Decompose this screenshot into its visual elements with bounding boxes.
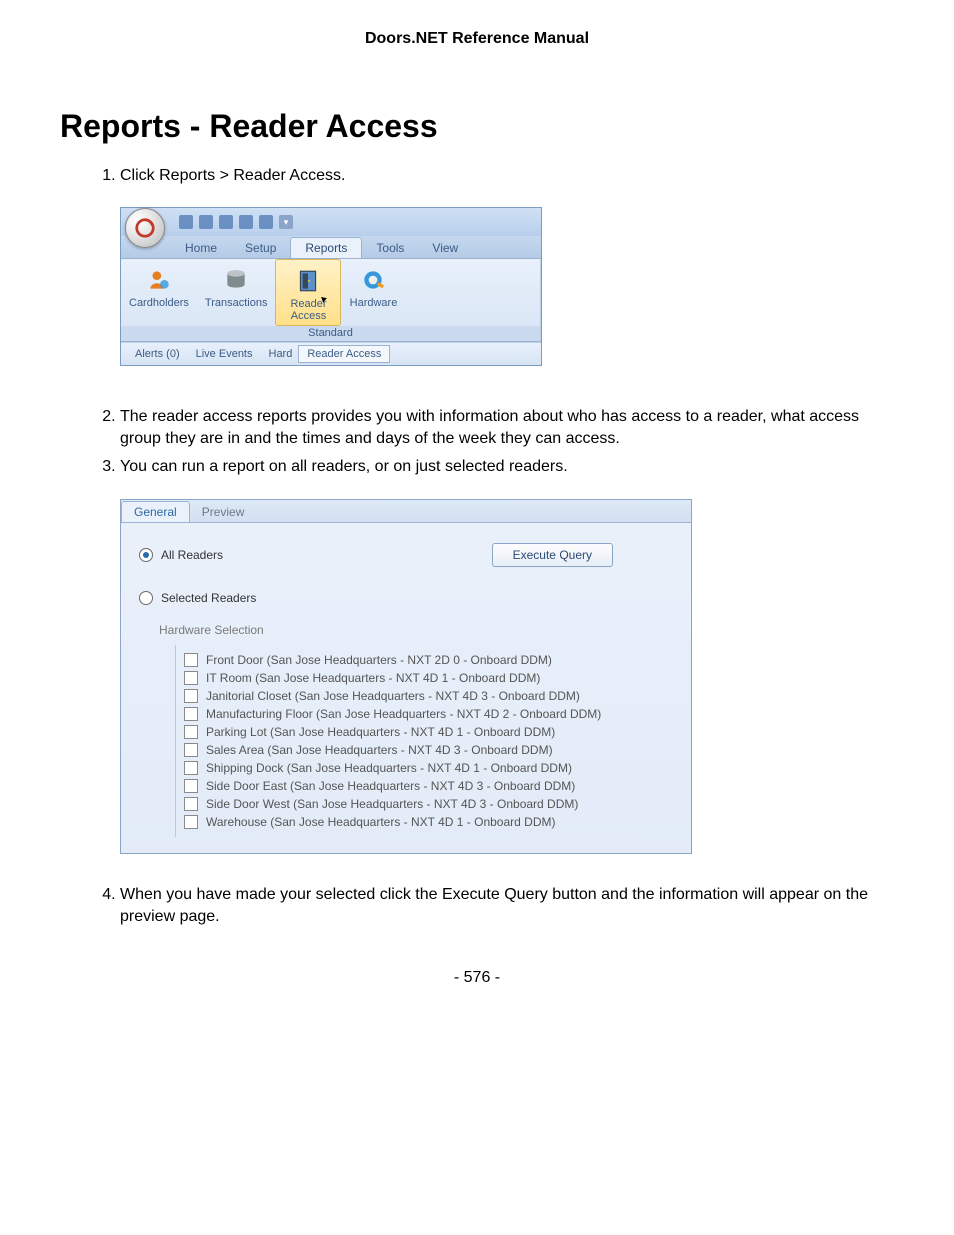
tab-general[interactable]: General [121, 501, 190, 522]
checkbox[interactable] [184, 743, 198, 757]
checkbox[interactable] [184, 815, 198, 829]
list-item[interactable]: Side Door West (San Jose Headquarters - … [176, 795, 673, 813]
list-item[interactable]: Shipping Dock (San Jose Headquarters - N… [176, 759, 673, 777]
step-3: You can run a report on all readers, or … [120, 456, 894, 478]
list-item[interactable]: Janitorial Closet (San Jose Headquarters… [176, 687, 673, 705]
step-list: Click Reports > Reader Access. [60, 165, 894, 187]
ribbon-reader-access-button[interactable]: ReaderAccess [275, 259, 341, 325]
checkbox[interactable] [184, 779, 198, 793]
tab-preview[interactable]: Preview [190, 502, 257, 522]
list-item[interactable]: IT Room (San Jose Headquarters - NXT 4D … [176, 669, 673, 687]
ribbon-group-caption: Standard [121, 326, 540, 341]
checkbox[interactable] [184, 689, 198, 703]
item-label: Side Door East (San Jose Headquarters - … [206, 779, 575, 793]
tab-tools[interactable]: Tools [362, 238, 418, 258]
ribbon-label: Hardware [349, 297, 397, 309]
item-label: IT Room (San Jose Headquarters - NXT 4D … [206, 671, 540, 685]
tab-view[interactable]: View [418, 238, 472, 258]
hardware-list: Front Door (San Jose Headquarters - NXT … [175, 645, 673, 837]
bottom-tab-bar: Alerts (0) Live Events Hard Reader Acces… [121, 342, 541, 365]
item-label: Shipping Dock (San Jose Headquarters - N… [206, 761, 572, 775]
step-list: The reader access reports provides you w… [60, 406, 894, 479]
ribbon-label: ReaderAccess [284, 298, 332, 322]
quick-access-toolbar: ▾ [179, 215, 293, 229]
list-item[interactable]: Side Door East (San Jose Headquarters - … [176, 777, 673, 795]
item-label: Front Door (San Jose Headquarters - NXT … [206, 653, 552, 667]
checkbox[interactable] [184, 725, 198, 739]
checkbox[interactable] [184, 761, 198, 775]
hardware-icon [358, 265, 388, 295]
step-4: When you have made your selected click t… [120, 884, 894, 929]
panel-tabs: General Preview [121, 500, 691, 523]
door-icon [293, 266, 323, 296]
step-1: Click Reports > Reader Access. [120, 165, 894, 187]
screenshot-ribbon: ▾ Home Setup Reports Tools View Cardhold… [120, 207, 542, 365]
item-label: Parking Lot (San Jose Headquarters - NXT… [206, 725, 555, 739]
page-number: - 576 - [60, 969, 894, 987]
qat-dropdown-icon[interactable]: ▾ [279, 215, 293, 229]
ribbon-tabs: Home Setup Reports Tools View [121, 236, 541, 259]
qat-icon[interactable] [199, 215, 213, 229]
item-label: Manufacturing Floor (San Jose Headquarte… [206, 707, 601, 721]
database-icon [221, 265, 251, 295]
tab-reports[interactable]: Reports [290, 237, 362, 258]
item-label: Janitorial Closet (San Jose Headquarters… [206, 689, 580, 703]
window-titlebar: ▾ [121, 208, 541, 236]
list-item[interactable]: Sales Area (San Jose Headquarters - NXT … [176, 741, 673, 759]
ribbon-cardholders-button[interactable]: Cardholders [121, 259, 197, 325]
ribbon-transactions-button[interactable]: Transactions [197, 259, 276, 325]
radio-all-readers[interactable] [139, 548, 153, 562]
radio-label: All Readers [161, 548, 223, 562]
tab-home[interactable]: Home [171, 238, 231, 258]
qat-icon[interactable] [259, 215, 273, 229]
screenshot-general-panel: General Preview All Readers Execute Quer… [120, 499, 692, 854]
tab-reader-access[interactable]: Reader Access [298, 345, 390, 363]
checkbox[interactable] [184, 797, 198, 811]
ribbon-hardware-button[interactable]: Hardware [341, 259, 405, 325]
item-label: Side Door West (San Jose Headquarters - … [206, 797, 578, 811]
step-2: The reader access reports provides you w… [120, 406, 894, 451]
checkbox[interactable] [184, 707, 198, 721]
qat-icon[interactable] [239, 215, 253, 229]
radio-selected-readers[interactable] [139, 591, 153, 605]
tab-hard[interactable]: Hard [261, 345, 301, 363]
tab-setup[interactable]: Setup [231, 238, 290, 258]
ribbon-label: Transactions [205, 297, 268, 309]
item-label: Sales Area (San Jose Headquarters - NXT … [206, 743, 553, 757]
doc-header: Doors.NET Reference Manual [60, 30, 894, 48]
list-item[interactable]: Manufacturing Floor (San Jose Headquarte… [176, 705, 673, 723]
execute-query-button[interactable]: Execute Query [492, 543, 613, 567]
checkbox[interactable] [184, 653, 198, 667]
hardware-selection-label: Hardware Selection [159, 623, 673, 637]
qat-icon[interactable] [219, 215, 233, 229]
checkbox[interactable] [184, 671, 198, 685]
list-item[interactable]: Warehouse (San Jose Headquarters - NXT 4… [176, 813, 673, 831]
radio-label: Selected Readers [161, 591, 256, 605]
person-icon [144, 265, 174, 295]
ribbon-group-standard: Cardholders Transactions ReaderAccess [121, 259, 541, 340]
ribbon-label: Cardholders [129, 297, 189, 309]
tab-alerts[interactable]: Alerts (0) [127, 345, 188, 363]
page-title: Reports - Reader Access [60, 108, 894, 145]
tab-live-events[interactable]: Live Events [188, 345, 261, 363]
list-item[interactable]: Front Door (San Jose Headquarters - NXT … [176, 651, 673, 669]
qat-icon[interactable] [179, 215, 193, 229]
list-item[interactable]: Parking Lot (San Jose Headquarters - NXT… [176, 723, 673, 741]
ribbon-body: Cardholders Transactions ReaderAccess [121, 259, 541, 341]
item-label: Warehouse (San Jose Headquarters - NXT 4… [206, 815, 555, 829]
step-list: When you have made your selected click t… [60, 884, 894, 929]
